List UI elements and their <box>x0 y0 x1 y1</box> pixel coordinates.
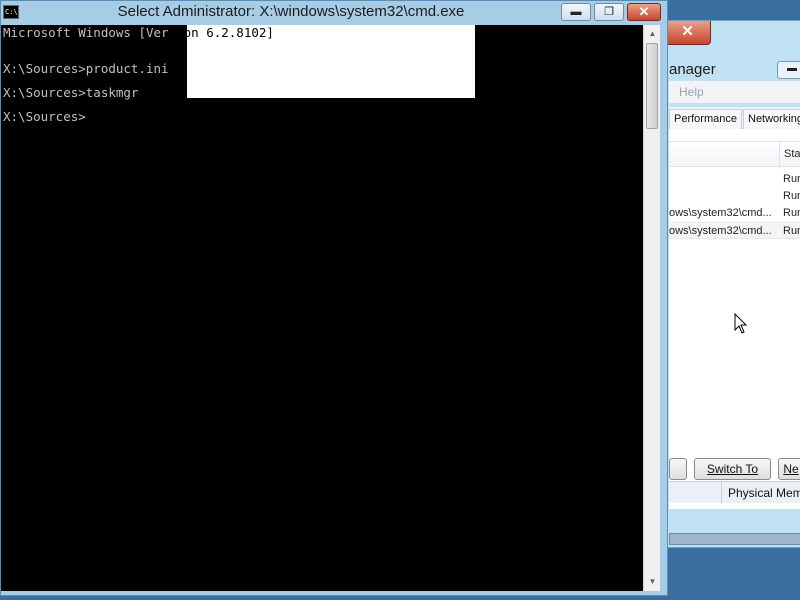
task-manager-status-bar: Physical Memo <box>669 481 800 504</box>
list-header: Stat <box>669 141 800 168</box>
task-manager-menu-bar: Help <box>669 81 800 103</box>
switch-to-label: Switch To <box>706 462 759 476</box>
scroll-up-icon[interactable]: ▲ <box>644 25 661 42</box>
selected-text: sion 6.2.8102] <box>168 25 274 40</box>
console-prompt: X:\Sources> <box>3 109 86 124</box>
scroll-down-icon[interactable]: ▼ <box>644 573 661 590</box>
new-task-label: Ne <box>783 462 799 476</box>
cmd-window[interactable]: C:\ Select Administrator: X:\windows\sys… <box>0 0 668 596</box>
task-manager-scrollbar[interactable] <box>669 533 800 545</box>
list-item[interactable]: Run <box>669 188 800 205</box>
menu-item-help[interactable]: Help <box>679 85 704 99</box>
status-physical-memory: Physical Memo <box>721 482 800 504</box>
restore-button[interactable]: ❐ <box>594 3 624 21</box>
close-button[interactable]: ✕ <box>627 3 661 21</box>
mouse-cursor-icon <box>734 313 748 334</box>
console-line: X:\Sources>product.ini <box>3 61 169 76</box>
task-status: Run <box>783 207 800 219</box>
task-manager-minimize-button[interactable]: ▬ <box>777 61 800 79</box>
new-task-button[interactable]: Ne <box>778 458 800 480</box>
list-item[interactable]: ows\system32\cmd... Run <box>669 222 800 239</box>
minimize-button[interactable]: ▬ <box>561 3 591 21</box>
switch-to-button[interactable]: Switch To <box>694 458 771 480</box>
end-task-button[interactable] <box>669 458 687 480</box>
console-line-version: Microsoft Windows [Ver <box>3 25 169 40</box>
cmd-title-bar[interactable]: C:\ Select Administrator: X:\windows\sys… <box>1 1 669 25</box>
text-selection-highlight: sion 6.2.8102] <box>169 25 475 98</box>
task-manager-title: anager <box>669 61 716 78</box>
console-line: X:\Sources>taskmgr <box>3 85 139 100</box>
column-header-status[interactable]: Stat <box>779 142 800 168</box>
tab-performance[interactable]: Performance <box>669 109 742 129</box>
task-name: ows\system32\cmd... <box>669 225 772 237</box>
task-status: Run <box>783 190 800 202</box>
task-name: ows\system32\cmd... <box>669 207 772 219</box>
list-item[interactable]: ows\system32\cmd... Run <box>669 205 800 222</box>
task-status: Run <box>783 225 800 237</box>
window-title: Select Administrator: X:\windows\system3… <box>117 3 465 20</box>
task-manager-close-button[interactable]: ✕ <box>664 21 711 45</box>
vertical-scrollbar[interactable]: ▲ ▼ <box>643 25 660 591</box>
list-item[interactable]: Run <box>669 171 800 188</box>
scroll-thumb[interactable] <box>646 43 658 129</box>
task-manager-tabs: Performance Networking <box>669 107 800 129</box>
console-area[interactable]: sion 6.2.8102] Microsoft Windows [Ver X:… <box>1 25 643 591</box>
tab-networking[interactable]: Networking <box>743 109 800 129</box>
task-status: Run <box>783 173 800 185</box>
